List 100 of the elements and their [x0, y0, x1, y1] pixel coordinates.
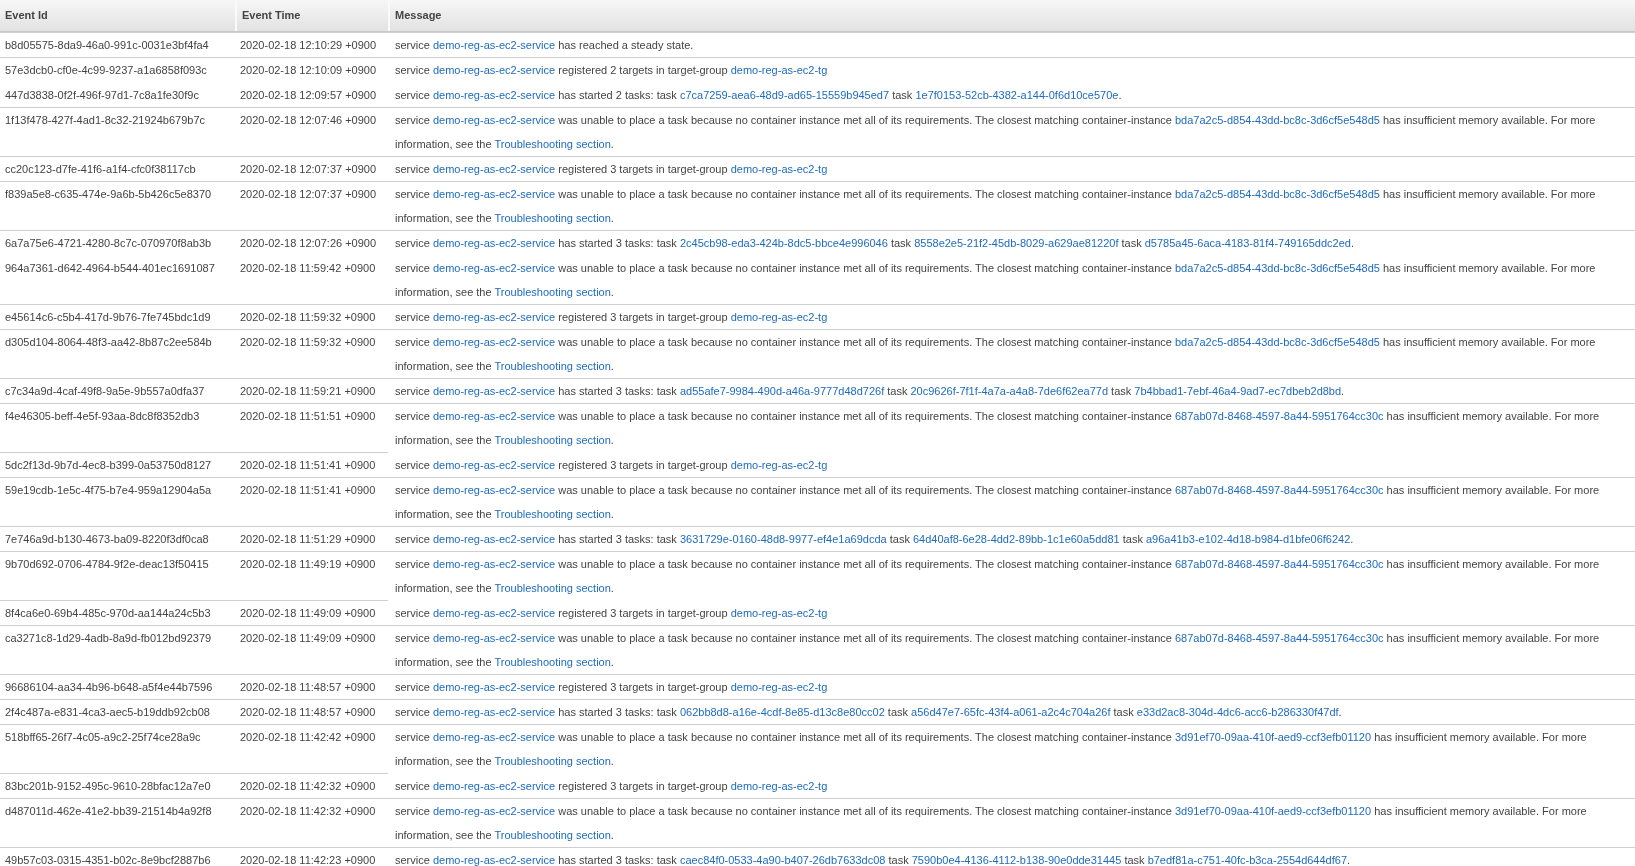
message-text: service demo-reg-as-ec2-service has started 3 tasks: task 2c45cb98-eda3-424b-8dc5-bbce4e996046 task 8558e2e5-21f2-45db-8029-a629ae81220f task d5785a45-6aca-4183-81f4-749165ddc2ed.: [395, 236, 1355, 251]
table-cell: 2020-02-18 11:59:42 +0900: [240, 262, 376, 274]
link[interactable]: caec84f0-0533-4a90-b407-26db7633dc08: [679, 854, 886, 866]
link[interactable]: demo-reg-as-ec2-service: [432, 632, 556, 644]
link[interactable]: 687ab07d-8468-4597-8a44-5951764cc30c: [1175, 558, 1384, 570]
link[interactable]: demo-reg-as-ec2-service: [432, 311, 556, 323]
column-header[interactable]: Event Time: [235, 0, 388, 31]
table-cell: 2020-02-18 11:42:32 +0900: [240, 780, 376, 792]
link[interactable]: demo-reg-as-ec2-service: [432, 854, 556, 866]
table-cell: 2020-02-18 11:51:41 +0900: [240, 484, 376, 496]
link[interactable]: demo-reg-as-ec2-service: [432, 39, 556, 51]
link[interactable]: 687ab07d-8468-4597-8a44-5951764cc30c: [1175, 484, 1384, 496]
link[interactable]: demo-reg-as-ec2-service: [432, 533, 556, 545]
table-cell: 83bc201b-9152-495c-9610-28bfac12a7e0: [5, 780, 211, 792]
link[interactable]: a56d47e7-65fc-43f4-a061-a2c4c704a26f: [911, 706, 1111, 718]
link[interactable]: demo-reg-as-ec2-tg: [730, 607, 828, 619]
column-header[interactable]: Event Id: [0, 0, 235, 31]
link[interactable]: demo-reg-as-ec2-service: [432, 163, 556, 175]
link[interactable]: 2c45cb98-eda3-424b-8dc5-bbce4e996046: [679, 237, 888, 249]
table-cell: b8d05575-8da9-46a0-991c-0031e3bf4fa4: [5, 39, 209, 51]
message-text: service demo-reg-as-ec2-service was unable to place a task because no container instance met all of its requirements. The closest matching container-instance bda7a2c5-d854-43dd-bc8c-3d6cf5e548d5 has insufficient memory available. For more information, see the Troubleshooting section.: [395, 113, 1597, 152]
link[interactable]: bda7a2c5-d854-43dd-bc8c-3d6cf5e548d5: [1175, 188, 1380, 200]
link[interactable]: demo-reg-as-ec2-service: [432, 237, 556, 249]
link[interactable]: 3631729e-0160-48d8-9977-ef4e1a69dcda: [679, 533, 887, 545]
link[interactable]: Troubleshooting section: [494, 212, 611, 224]
link[interactable]: demo-reg-as-ec2-tg: [730, 780, 828, 792]
table-cell: 96686104-aa34-4b96-b648-a5f4e44b7596: [5, 681, 213, 693]
table-cell: 2020-02-18 12:10:09 +0900: [240, 64, 377, 76]
link[interactable]: bda7a2c5-d854-43dd-bc8c-3d6cf5e548d5: [1175, 114, 1380, 126]
link[interactable]: demo-reg-as-ec2-service: [432, 681, 556, 693]
table-cell: d305d104-8064-48f3-aa42-8b87c2ee584b: [5, 336, 212, 348]
link[interactable]: Troubleshooting section: [494, 656, 611, 668]
link[interactable]: demo-reg-as-ec2-service: [432, 64, 556, 76]
link[interactable]: 687ab07d-8468-4597-8a44-5951764cc30c: [1175, 410, 1384, 422]
link[interactable]: Troubleshooting section: [494, 582, 611, 594]
link[interactable]: 8558e2e5-21f2-45db-8029-a629ae81220f: [914, 237, 1119, 249]
link[interactable]: demo-reg-as-ec2-service: [432, 607, 556, 619]
link[interactable]: demo-reg-as-ec2-service: [432, 780, 556, 792]
link[interactable]: e33d2ac8-304d-4dc6-acc6-b286330f47df: [1136, 706, 1339, 718]
link[interactable]: demo-reg-as-ec2-service: [432, 805, 556, 817]
link[interactable]: demo-reg-as-ec2-service: [432, 731, 556, 743]
link[interactable]: ad55afe7-9984-490d-a46a-9777d48d726f: [679, 385, 885, 397]
link[interactable]: 3d91ef70-09aa-410f-aed9-ccf3efb01120: [1175, 805, 1372, 817]
link[interactable]: demo-reg-as-ec2-service: [432, 114, 556, 126]
table-cell: 2020-02-18 11:42:42 +0900: [240, 731, 376, 743]
column-header[interactable]: Message: [388, 0, 1635, 31]
link[interactable]: 7590b0e4-4136-4112-b138-90e0dde31445: [911, 854, 1122, 866]
link[interactable]: demo-reg-as-ec2-service: [432, 89, 556, 101]
link[interactable]: demo-reg-as-ec2-service: [432, 188, 556, 200]
table-cell: 2020-02-18 11:49:09 +0900: [240, 632, 376, 644]
table-cell: 49b57c03-0315-4351-b02c-8e9bcf2887b6: [5, 854, 211, 866]
link[interactable]: Troubleshooting section: [494, 138, 611, 150]
link[interactable]: demo-reg-as-ec2-service: [432, 385, 556, 397]
message-text: service demo-reg-as-ec2-service was unable to place a task because no container instance met all of its requirements. The closest matching container-instance 687ab07d-8468-4597-8a44-5951764cc30c has insufficient memory available. For more information, see the Troubleshooting section.: [395, 631, 1601, 670]
link[interactable]: 062bb8d8-a16e-4cdf-8e85-d13c8e80cc02: [679, 706, 885, 718]
table-cell: 2020-02-18 11:49:19 +0900: [240, 558, 376, 570]
link[interactable]: demo-reg-as-ec2-service: [432, 459, 556, 471]
link[interactable]: demo-reg-as-ec2-tg: [730, 163, 828, 175]
link[interactable]: 3d91ef70-09aa-410f-aed9-ccf3efb01120: [1175, 731, 1372, 743]
table-cell: 9b70d692-0706-4784-9f2e-deac13f50415: [5, 558, 209, 570]
message-text: service demo-reg-as-ec2-service was unable to place a task because no container instance met all of its requirements. The closest matching container-instance 3d91ef70-09aa-410f-aed9-ccf3efb01120 has insufficient memory available. For more information, see the Troubleshooting section.: [395, 804, 1588, 843]
table-cell: 2020-02-18 11:59:21 +0900: [240, 385, 376, 397]
link[interactable]: bda7a2c5-d854-43dd-bc8c-3d6cf5e548d5: [1175, 336, 1380, 348]
table-cell: 57e3dcb0-cf0e-4c99-9237-a1a6858f093c: [5, 64, 207, 76]
link[interactable]: Troubleshooting section: [494, 360, 611, 372]
link[interactable]: demo-reg-as-ec2-service: [432, 410, 556, 422]
link[interactable]: demo-reg-as-ec2-service: [432, 336, 556, 348]
message-text: service demo-reg-as-ec2-service was unable to place a task because no container instance met all of its requirements. The closest matching container-instance 687ab07d-8468-4597-8a44-5951764cc30c has insufficient memory available. For more information, see the Troubleshooting section.: [395, 483, 1601, 522]
link[interactable]: c7ca7259-aea6-48d9-ad65-15559b945ed7: [679, 89, 890, 101]
link[interactable]: 64d40af8-6e28-4dd2-89bb-1c1e60a5dd81: [912, 533, 1120, 545]
link[interactable]: demo-reg-as-ec2-tg: [730, 311, 828, 323]
link[interactable]: 20c9626f-7f1f-4a7a-a4a8-7de6f62ea77d: [910, 385, 1109, 397]
table-cell: 2020-02-18 12:07:46 +0900: [240, 114, 377, 126]
link[interactable]: Troubleshooting section: [494, 286, 611, 298]
link[interactable]: demo-reg-as-ec2-tg: [730, 681, 828, 693]
link[interactable]: demo-reg-as-ec2-service: [432, 484, 556, 496]
message-text: service demo-reg-as-ec2-service registered 3 targets in target-group demo-reg-as-ec2-tg: [395, 779, 829, 794]
link[interactable]: d5785a45-6aca-4183-81f4-749165ddc2ed: [1144, 237, 1351, 249]
message-text: service demo-reg-as-ec2-service has reached a steady state.: [395, 38, 695, 53]
table-cell: 2020-02-18 11:59:32 +0900: [240, 311, 376, 323]
link[interactable]: 687ab07d-8468-4597-8a44-5951764cc30c: [1175, 632, 1384, 644]
message-text: service demo-reg-as-ec2-service registered 3 targets in target-group demo-reg-as-ec2-tg: [395, 680, 829, 695]
link[interactable]: bda7a2c5-d854-43dd-bc8c-3d6cf5e548d5: [1175, 262, 1380, 274]
link[interactable]: Troubleshooting section: [494, 829, 611, 841]
link[interactable]: demo-reg-as-ec2-tg: [730, 459, 828, 471]
message-text: service demo-reg-as-ec2-service registered 3 targets in target-group demo-reg-as-ec2-tg: [395, 606, 829, 621]
link[interactable]: demo-reg-as-ec2-service: [432, 558, 556, 570]
table-cell: 2020-02-18 11:42:23 +0900: [240, 854, 376, 866]
link[interactable]: demo-reg-as-ec2-service: [432, 262, 556, 274]
link[interactable]: Troubleshooting section: [494, 508, 611, 520]
table-cell: d487011d-462e-41e2-bb39-21514b4a92f8: [5, 805, 212, 817]
link[interactable]: Troubleshooting section: [494, 755, 611, 767]
link[interactable]: demo-reg-as-ec2-service: [432, 706, 556, 718]
message-text: service demo-reg-as-ec2-service was unable to place a task because no container instance met all of its requirements. The closest matching container-instance 3d91ef70-09aa-410f-aed9-ccf3efb01120 has insufficient memory available. For more information, see the Troubleshooting section.: [395, 730, 1588, 769]
table-cell: f4e46305-beff-4e5f-93aa-8dc8f8352db3: [5, 410, 200, 422]
table-cell: 2020-02-18 12:07:37 +0900: [240, 188, 377, 200]
link[interactable]: b7edf81a-c751-40fc-b3ca-2554d644df67: [1147, 854, 1347, 866]
link[interactable]: demo-reg-as-ec2-tg: [730, 64, 828, 76]
link[interactable]: Troubleshooting section: [494, 434, 611, 446]
table-cell: 6a7a75e6-4721-4280-8c7c-070970f8ab3b: [5, 237, 212, 249]
